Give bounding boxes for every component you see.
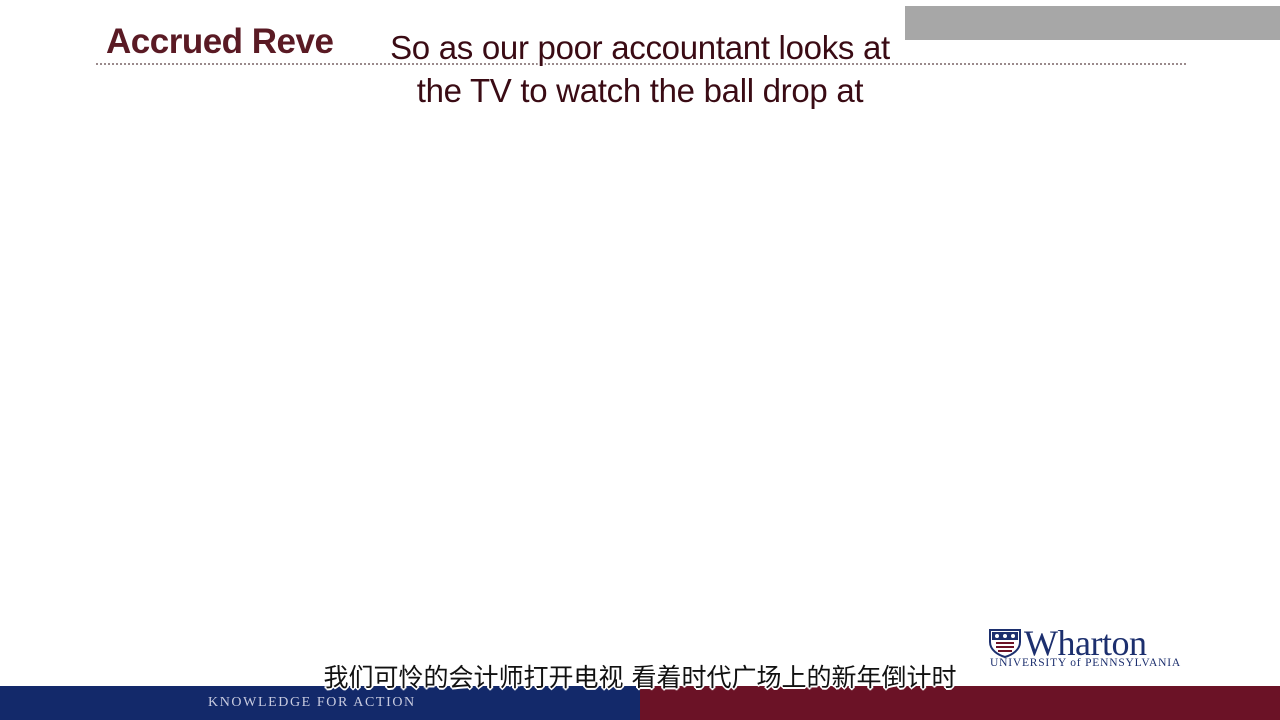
- wharton-logo: Wharton UNIVERSITY of PENNSYLVANIA: [988, 623, 1193, 672]
- penn-shield-icon: [989, 629, 1021, 658]
- tagline: KNOWLEDGE FOR ACTION: [208, 695, 416, 710]
- english-subtitle: So as our poor accountant looks at the T…: [290, 26, 990, 112]
- video-frame: Accrued Reve So as our poor accountant l…: [0, 0, 1280, 720]
- logo-subtitle: UNIVERSITY of PENNSYLVANIA: [990, 657, 1181, 669]
- english-subtitle-line-2: the TV to watch the ball drop at: [416, 71, 864, 109]
- chinese-subtitle: 我们可怜的会计师打开电视 看着时代广场上的新年倒计时: [323, 663, 957, 692]
- english-subtitle-line-1: So as our poor accountant looks at: [389, 28, 890, 66]
